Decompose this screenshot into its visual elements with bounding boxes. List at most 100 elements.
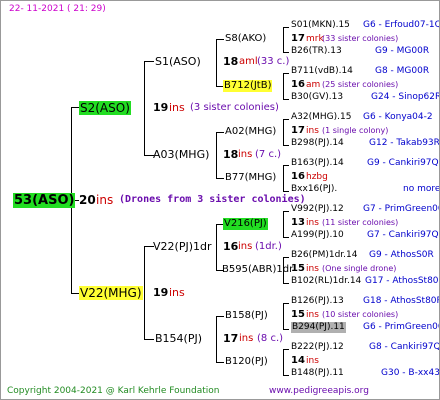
- connector: [283, 349, 289, 350]
- gen4-node[interactable]: B126(PJ).13: [291, 297, 344, 306]
- connector: [283, 119, 284, 145]
- timestamp: 22- 11-2021 ( 21: 29): [9, 4, 106, 14]
- gen2-node[interactable]: B154(PJ): [155, 333, 202, 344]
- gen3-node[interactable]: V216(PJ): [223, 218, 268, 230]
- gen3-note: (33 c.): [257, 56, 290, 67]
- connector: [283, 99, 289, 100]
- gen4-lineage: G7 - PrimGreen00: [363, 204, 440, 214]
- gen4-ins: ins: [306, 126, 319, 136]
- gen4-ins: ins: [306, 264, 319, 274]
- gen2-node[interactable]: S1(ASO): [155, 56, 201, 67]
- gen1-node-top[interactable]: S2(ASO): [79, 101, 131, 115]
- gen4-note: (1 single colony): [322, 126, 389, 135]
- gen2-node[interactable]: V22(PJ)1dr: [153, 241, 212, 252]
- connector: [283, 191, 289, 192]
- connector: [216, 316, 224, 317]
- gen3-ins: aml: [239, 56, 258, 67]
- connector: [216, 132, 224, 133]
- connector: [283, 211, 284, 237]
- gen4-note: (25 sister colonies): [322, 80, 399, 89]
- gen4-node[interactable]: B163(PJ).14: [291, 159, 344, 168]
- gen4-node[interactable]: B26(PM)1dr.14: [291, 251, 357, 260]
- connector: [283, 27, 289, 28]
- connector: [216, 362, 224, 363]
- gen4-lineage: G7 - Cankiri97Q: [367, 230, 439, 240]
- connector: [283, 349, 284, 375]
- gen4-ins: am: [306, 80, 321, 90]
- gen2-count: 18: [223, 148, 239, 161]
- gen2-count: 16: [223, 240, 239, 253]
- gen3-node[interactable]: B595(ABR)1dr: [222, 265, 293, 275]
- gen2-node[interactable]: A03(MHG): [153, 149, 209, 160]
- gen4-node[interactable]: A32(MHG).15: [291, 113, 351, 122]
- connector: [283, 52, 289, 53]
- gen4-note: (11 sister colonies): [322, 218, 399, 227]
- gen4-lineage: G6 - Erfoud07-1Q: [363, 20, 440, 30]
- gen4-lineage: G8 - Cankiri97Q: [369, 342, 440, 352]
- gen3-node[interactable]: B120(PJ): [225, 357, 268, 367]
- gen4-node[interactable]: V992(PJ).12: [291, 205, 344, 214]
- gen3-node[interactable]: B158(PJ): [225, 311, 268, 321]
- connector: [283, 257, 289, 258]
- gen4-node[interactable]: B222(PJ).12: [291, 343, 344, 352]
- gen1-note-top: (3 sister colonies): [190, 102, 279, 113]
- gen1-ins-top: ins: [169, 101, 185, 114]
- gen4-lineage: no more: [403, 184, 440, 194]
- gen4-node[interactable]: S01(MKN).15: [291, 21, 350, 30]
- gen4-node[interactable]: Bxx16(PJ).: [291, 185, 337, 194]
- connector: [71, 107, 79, 108]
- gen3-node[interactable]: S8(AKO): [225, 34, 266, 44]
- gen4-lineage: G24 - Sinop62R: [371, 92, 440, 102]
- connector: [216, 178, 224, 179]
- connector: [283, 303, 289, 304]
- gen4-count: 17: [291, 33, 305, 44]
- gen4-lineage: G30 - B-xx43: [381, 368, 440, 378]
- gen4-count: 13: [291, 217, 305, 228]
- connector: [283, 375, 289, 376]
- gen3-node[interactable]: B712(JtB): [223, 80, 273, 92]
- connector: [216, 132, 217, 178]
- connector: [283, 165, 289, 166]
- gen4-lineage: G9 - Cankiri97Q: [367, 158, 439, 168]
- root-node[interactable]: 53(ASO): [13, 193, 76, 208]
- connector: [283, 329, 289, 330]
- gen4-count: 15: [291, 309, 305, 320]
- gen3-count: 18: [223, 55, 239, 68]
- gen4-lineage: G9 - AthosS0R: [369, 250, 434, 260]
- gen4-note: (33 sister colonies): [322, 34, 399, 43]
- gen3-ins: ins: [239, 333, 254, 344]
- connector: [283, 165, 284, 191]
- gen1-count-bottom: 19: [153, 286, 169, 299]
- connector: [216, 316, 217, 362]
- root-note: (Drones from 3 sister colonies): [119, 194, 306, 205]
- gen3-node[interactable]: A02(MHG): [225, 127, 276, 137]
- gen1-count-top: 19: [153, 101, 169, 114]
- connector: [283, 73, 284, 99]
- gen4-node[interactable]: B711(vdB).14: [291, 67, 353, 76]
- gen4-lineage: G9 - MG00R: [375, 46, 430, 56]
- connector: [283, 283, 289, 284]
- gen4-lineage: G12 - Takab93R: [369, 138, 440, 148]
- gen4-ins: ins: [306, 310, 319, 320]
- gen4-lineage: G6 - Konya04-2: [363, 112, 433, 122]
- gen4-ins: hzbg: [306, 172, 328, 182]
- gen4-node[interactable]: B298(PJ).14: [291, 139, 344, 148]
- gen4-node[interactable]: B102(RL)1dr.14: [291, 277, 361, 286]
- gen4-node[interactable]: A199(PJ).10: [291, 231, 344, 240]
- gen3-node[interactable]: B77(MHG): [225, 173, 276, 183]
- gen4-count: 15: [291, 263, 305, 274]
- gen4-node[interactable]: B26(TR).13: [291, 47, 342, 56]
- connector: [283, 27, 284, 52]
- site-link[interactable]: www.pedigreeapis.org: [269, 387, 369, 396]
- gen4-ins: ins: [306, 218, 319, 228]
- gen1-node-bottom[interactable]: V22(MHG): [79, 286, 143, 300]
- gen4-count: 17: [291, 125, 305, 136]
- gen4-node[interactable]: B148(PJ).11: [291, 369, 344, 378]
- gen4-lineage: G17 - AthosSt80R: [365, 276, 440, 286]
- gen4-node[interactable]: B30(GV).13: [291, 93, 343, 102]
- connector: [283, 237, 289, 238]
- gen2-ins: ins: [238, 241, 253, 252]
- connector: [283, 303, 284, 329]
- gen4-node[interactable]: B294(PJ).11: [291, 322, 346, 333]
- gen4-lineage: G8 - MG00R: [375, 66, 430, 76]
